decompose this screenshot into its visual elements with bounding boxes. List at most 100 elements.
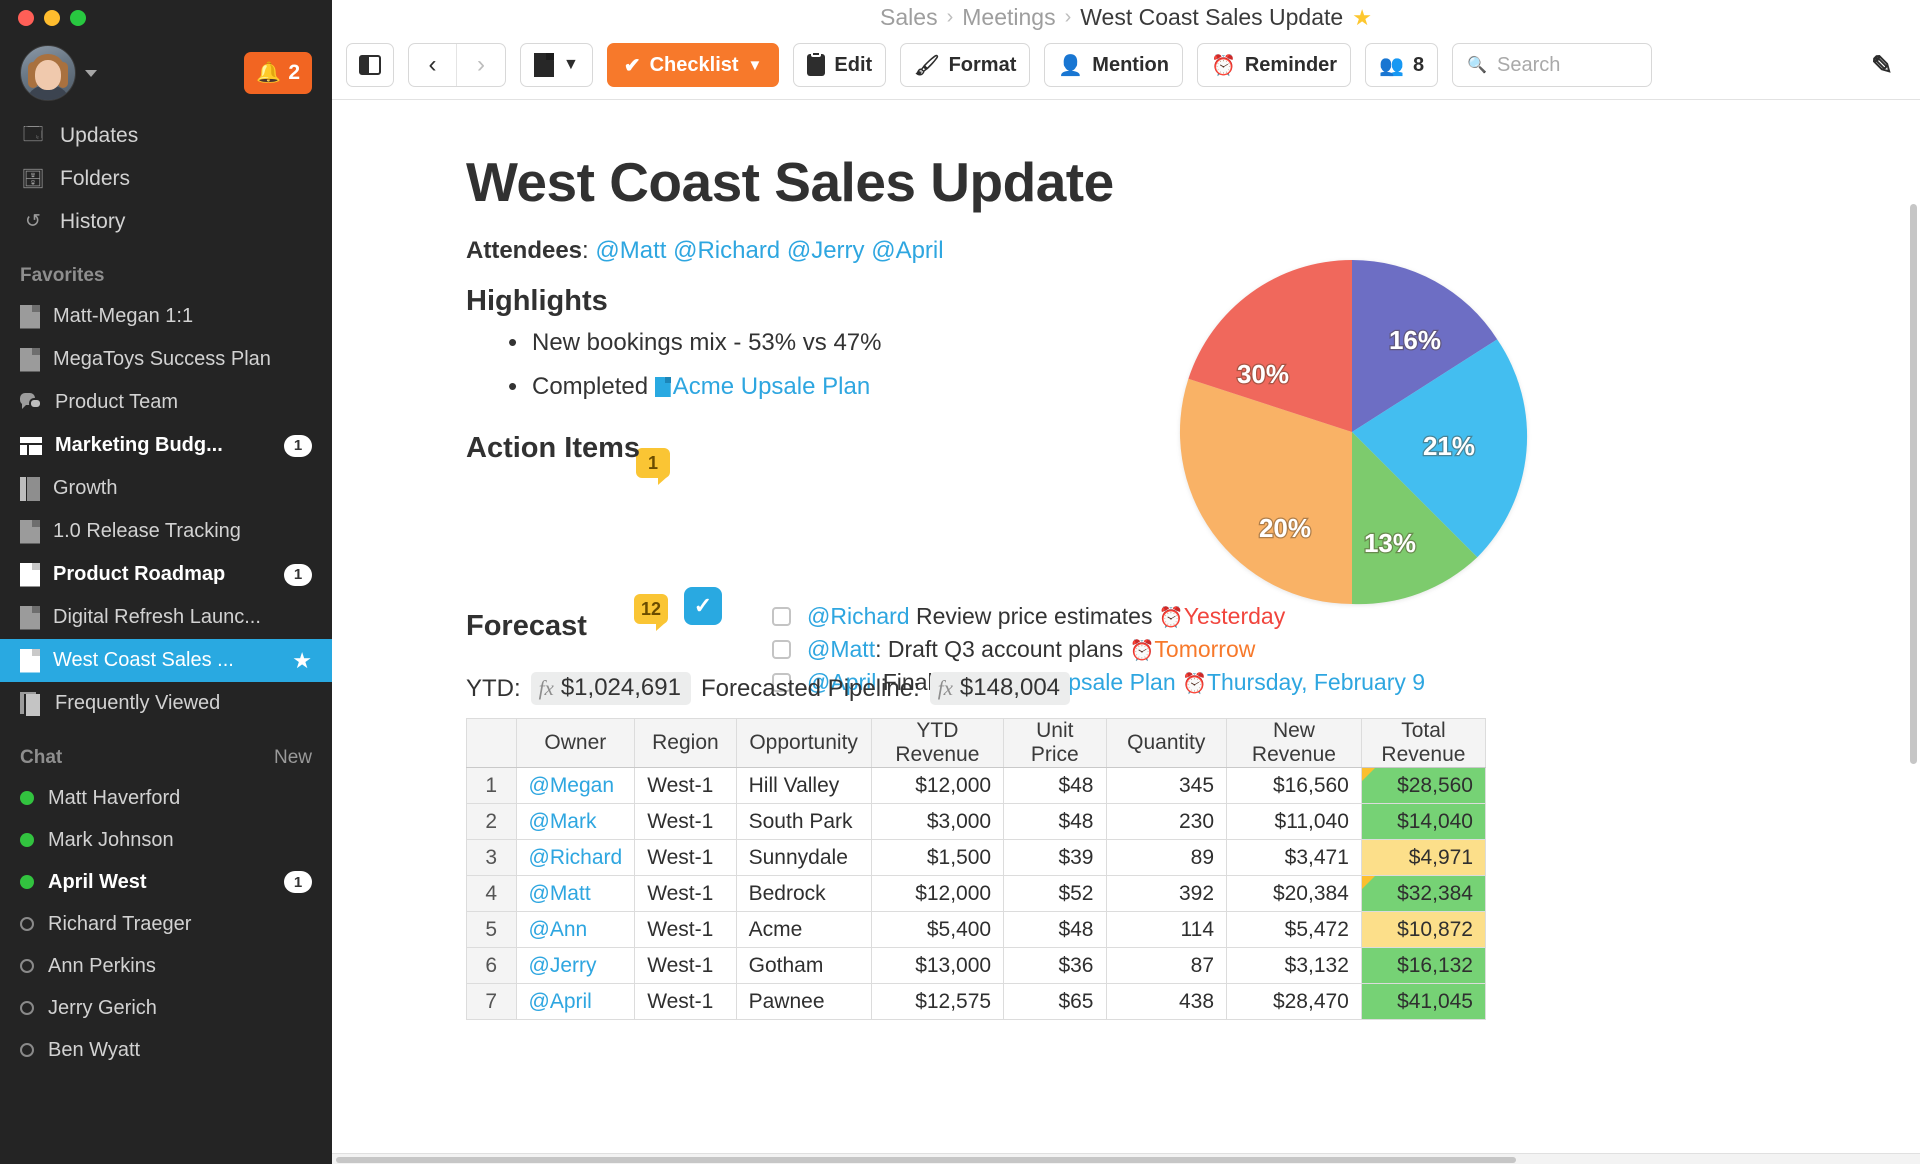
sidebar-item-release-tracking[interactable]: 1.0 Release Tracking [0,510,332,553]
column-header-owner[interactable]: Owner [515,718,636,768]
checklist-indicator-icon[interactable]: ✓ [684,587,722,625]
chat-item-ben-wyatt[interactable]: Ben Wyatt [0,1029,332,1071]
chat-item-april-west[interactable]: April West 1 [0,861,332,903]
column-header-region[interactable]: Region [634,718,737,768]
breadcrumb-parent[interactable]: Meetings [962,4,1055,31]
cell-owner[interactable]: @April [515,983,636,1020]
chat-item-label: Jerry Gerich [48,996,157,1019]
pipeline-formula-pill[interactable]: fx $148,004 [929,672,1071,705]
search-input[interactable]: Search [1497,54,1560,77]
column-header-new-revenue[interactable]: New Revenue [1226,718,1362,768]
action-item-row[interactable]: @Matt: Draft Q3 account plans ⏰Tomorrow [772,633,1425,666]
table-row[interactable]: 7 @April West-1 Pawnee $12,575 $65 438 $… [466,983,1487,1020]
star-icon[interactable]: ★ [292,648,312,674]
cell-owner[interactable]: @Ann [515,911,636,948]
column-header-opportunity[interactable]: Opportunity [735,718,872,768]
attendee-mention[interactable]: @Matt [595,237,666,264]
chat-item-ann-perkins[interactable]: Ann Perkins [0,945,332,987]
due-date[interactable]: Thursday, February 9 [1207,669,1425,695]
sidebar-item-product-roadmap[interactable]: Product Roadmap 1 [0,553,332,596]
sidebar-item-product-team[interactable]: Product Team [0,381,332,424]
comment-badge-highlights[interactable]: 1 [636,448,670,485]
doc-icon [20,648,40,673]
doc-link[interactable]: Acme Upsale Plan [673,373,870,400]
horizontal-scrollbar[interactable] [332,1153,1920,1164]
chat-item-jerry-gerich[interactable]: Jerry Gerich [0,987,332,1029]
table-row[interactable]: 4 @Matt West-1 Bedrock $12,000 $52 392 $… [466,875,1487,912]
chat-item-richard-traeger[interactable]: Richard Traeger [0,903,332,945]
table-row[interactable]: 1 @Megan West-1 Hill Valley $12,000 $48 … [466,767,1487,804]
sidebar-item-label: Matt-Megan 1:1 [53,305,194,327]
back-button[interactable]: ‹ [409,44,457,86]
column-header-ytd-revenue[interactable]: YTD Revenue [870,718,1005,768]
sidebar-item-frequently-viewed[interactable]: Frequently Viewed [0,682,332,725]
attendee-mention[interactable]: @Jerry [787,237,865,264]
sidebar-item-updates[interactable]: 🗔 Updates [0,114,332,157]
search-box[interactable]: 🔍 Search [1452,43,1653,87]
window-controls[interactable] [18,10,86,26]
edit-button[interactable]: Edit [793,43,887,87]
status-offline-icon [20,1043,34,1057]
sidebar-item-matt-megan[interactable]: Matt-Megan 1:1 [0,295,332,338]
cell-owner[interactable]: @Megan [515,767,636,804]
cell-owner[interactable]: @Matt [515,875,636,912]
sidebar-item-digital-refresh[interactable]: Digital Refresh Launc... [0,596,332,639]
chat-item-mark-johnson[interactable]: Mark Johnson [0,819,332,861]
sidebar-item-marketing-budget[interactable]: Marketing Budg... 1 [0,424,332,467]
minimize-window-button[interactable] [44,10,60,26]
pie-label-1: 16% [1389,325,1441,355]
ytd-formula-pill[interactable]: fx $1,024,691 [530,672,691,705]
scrollbar-thumb[interactable] [336,1157,1516,1163]
cell-owner[interactable]: @Jerry [515,947,636,984]
sidebar-item-growth[interactable]: Growth [0,467,332,510]
attendee-mention[interactable]: @April [871,237,943,264]
scrollbar-thumb[interactable] [1910,204,1917,764]
sidebar-item-folders[interactable]: 🗄 Folders [0,157,332,200]
new-chat-button[interactable]: New [274,747,312,769]
checklist-button[interactable]: ✔ Checklist ▼ [606,43,780,87]
sidebar-toggle-button[interactable] [346,43,394,87]
cell-owner[interactable]: @Richard [515,839,636,876]
table-row[interactable]: 3 @Richard West-1 Sunnydale $1,500 $39 8… [466,839,1487,876]
forward-button[interactable]: › [457,44,505,86]
chat-item-matt-haverford[interactable]: Matt Haverford [0,777,332,819]
assignee-mention[interactable]: @Richard [807,603,910,629]
sidebar-item-west-coast-sales[interactable]: West Coast Sales ... ★ [0,639,332,682]
table-row[interactable]: 6 @Jerry West-1 Gotham $13,000 $36 87 $3… [466,947,1487,984]
pie-label-4: 20% [1259,513,1311,543]
cell-total-revenue: $4,971 [1360,839,1487,876]
nav-buttons[interactable]: ‹ › [408,43,506,87]
sidebar-item-megatoys[interactable]: MegaToys Success Plan [0,338,332,381]
breadcrumb-root[interactable]: Sales [880,4,938,31]
compose-button[interactable]: ✎ [1858,43,1906,87]
column-header-total-revenue[interactable]: Total Revenue [1360,718,1487,768]
column-header-unit-price[interactable]: Unit Price [1003,718,1107,768]
checkbox[interactable] [772,640,791,659]
stack-icon [20,691,42,716]
vertical-scrollbar[interactable] [1907,200,1920,1154]
checkbox[interactable] [772,607,791,626]
format-button[interactable]: 🖌 Format [900,43,1031,87]
attendee-mention[interactable]: @Richard [673,237,780,264]
chevron-down-icon[interactable] [85,69,97,77]
column-icon [20,476,40,501]
comment-badge-action-items[interactable]: 12 [634,594,668,631]
due-date[interactable]: Tomorrow [1154,636,1255,662]
close-window-button[interactable] [18,10,34,26]
sidebar-item-history[interactable]: ↺ History [0,200,332,243]
reminder-button[interactable]: ⏰ Reminder [1196,43,1352,87]
avatar[interactable] [20,45,76,101]
star-icon[interactable]: ★ [1352,5,1372,31]
column-header-quantity[interactable]: Quantity [1105,718,1228,768]
cell-owner[interactable]: @Mark [515,803,636,840]
table-row[interactable]: 5 @Ann West-1 Acme $5,400 $48 114 $5,472… [466,911,1487,948]
table-row[interactable]: 2 @Mark West-1 South Park $3,000 $48 230… [466,803,1487,840]
action-item-text: Review price estimates [909,603,1159,629]
notifications-button[interactable]: 🔔 2 [244,52,312,94]
mention-button[interactable]: 👤 Mention [1044,43,1183,87]
assignee-mention[interactable]: @Matt [807,636,875,662]
doc-type-menu-button[interactable]: ▼ [520,43,593,87]
maximize-window-button[interactable] [70,10,86,26]
collaborators-button[interactable]: 👥 8 [1365,43,1439,87]
column-header-index[interactable] [466,718,517,768]
